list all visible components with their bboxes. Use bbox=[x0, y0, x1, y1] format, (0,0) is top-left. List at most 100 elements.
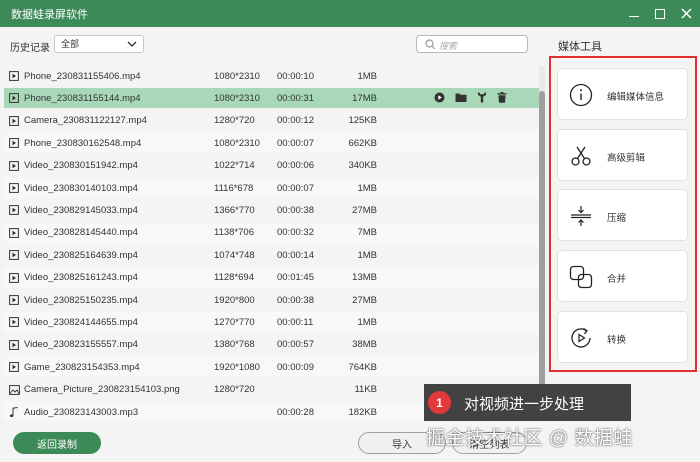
file-duration: 00:00:28 bbox=[277, 406, 314, 418]
annotation-text: 对视频进一步处理 bbox=[464, 396, 585, 413]
file-size: 182KB bbox=[348, 406, 377, 418]
file-row[interactable]: Phone_230831155144.mp4 1080*2310 00:00:31 1… bbox=[4, 88, 539, 109]
edit-media-info-button[interactable]: 编辑媒体信息 bbox=[557, 68, 688, 120]
back-to-record-button[interactable]: 返回录制 bbox=[13, 432, 101, 454]
maximize-icon bbox=[655, 8, 665, 19]
advanced-edit-button[interactable]: 高级剪辑 bbox=[557, 129, 688, 181]
file-duration: 00:00:07 bbox=[277, 137, 314, 149]
close-button[interactable] bbox=[680, 8, 692, 20]
file-name: Phone_230831155406.mp4 bbox=[24, 70, 141, 82]
video-file-icon bbox=[9, 227, 19, 241]
file-size: 1MB bbox=[357, 316, 377, 328]
tool-label: 高级剪辑 bbox=[607, 153, 646, 164]
trash-icon[interactable] bbox=[497, 92, 507, 104]
file-duration: 00:01:45 bbox=[277, 272, 314, 284]
file-row[interactable]: Video_230825161243.mp4 1128*694 00:01:45 13… bbox=[4, 267, 539, 288]
watermark: 掘金技术社区 @ 数据蛙 bbox=[426, 428, 633, 449]
file-name: Phone_230830162548.mp4 bbox=[24, 137, 142, 149]
file-row[interactable]: Video_230824144655.mp4 1270*770 00:00:11 1M… bbox=[4, 312, 539, 333]
convert-button[interactable]: 转换 bbox=[557, 311, 688, 363]
filter-value: 全部 bbox=[61, 39, 80, 49]
file-size: 340KB bbox=[348, 160, 377, 172]
info-icon bbox=[569, 83, 593, 107]
play-icon[interactable] bbox=[434, 92, 445, 103]
file-duration: 00:00:09 bbox=[277, 361, 314, 373]
file-duration: 00:00:38 bbox=[277, 294, 314, 306]
file-resolution: 1116*678 bbox=[214, 182, 254, 194]
file-duration: 00:00:12 bbox=[277, 115, 314, 127]
file-list-scrollbar[interactable] bbox=[539, 66, 545, 420]
file-name: Video_230825164639.mp4 bbox=[24, 249, 138, 261]
file-size: 17MB bbox=[352, 92, 377, 104]
video-file-icon bbox=[9, 362, 19, 375]
file-row[interactable]: Video_230823155557.mp4 1380*768 00:00:57 38… bbox=[4, 335, 539, 355]
file-size: 27MB bbox=[352, 204, 377, 216]
file-resolution: 1270*770 bbox=[214, 316, 255, 328]
wrench-icon[interactable] bbox=[477, 92, 487, 103]
file-row[interactable]: Video_230830151942.mp4 1022*714 00:00:06 34… bbox=[4, 156, 539, 176]
title-bar: 数据蛙录屏软件 bbox=[0, 0, 700, 27]
file-row[interactable]: Phone_230831155406.mp4 1080*2310 00:00:10 1… bbox=[4, 66, 539, 86]
video-file-icon bbox=[9, 317, 19, 330]
scissors-icon bbox=[571, 146, 591, 166]
file-resolution: 1074*748 bbox=[214, 249, 255, 261]
file-resolution: 1138*706 bbox=[214, 227, 254, 239]
file-duration: 00:00:10 bbox=[277, 70, 314, 82]
file-row[interactable]: Video_230825150235.mp4 1920*800 00:00:38 27… bbox=[4, 290, 539, 310]
search-input[interactable]: 搜索 bbox=[416, 35, 528, 53]
minimize-button[interactable] bbox=[628, 8, 640, 20]
video-file-icon bbox=[9, 71, 19, 84]
file-size: 38MB bbox=[352, 339, 377, 351]
file-name: Video_230825150235.mp4 bbox=[24, 294, 138, 306]
file-name: Video_230825161243.mp4 bbox=[24, 272, 138, 284]
history-label: 历史记录 bbox=[10, 43, 50, 54]
video-file-icon bbox=[9, 250, 19, 263]
file-name: Video_230824144655.mp4 bbox=[24, 316, 138, 328]
file-name: Video_230830151942.mp4 bbox=[24, 160, 138, 172]
merge-button[interactable]: 合并 bbox=[557, 250, 688, 302]
file-name: Camera_Picture_230823154103.png bbox=[24, 384, 180, 396]
file-size: 1MB bbox=[357, 70, 377, 82]
tool-label: 转换 bbox=[607, 335, 627, 346]
file-duration: 00:00:32 bbox=[277, 227, 314, 239]
file-row[interactable]: Camera_230831122127.mp4 1280*720 00:00:12 1… bbox=[4, 111, 539, 131]
file-name: Camera_230831122127.mp4 bbox=[24, 115, 147, 127]
file-resolution: 1380*768 bbox=[214, 339, 255, 351]
file-size: 7MB bbox=[357, 227, 377, 239]
file-duration: 00:00:07 bbox=[277, 182, 314, 194]
compress-button[interactable]: 压缩 bbox=[557, 189, 688, 241]
file-list: Phone_230831155406.mp4 1080*2310 00:00:10 1… bbox=[4, 66, 539, 420]
history-filter-select[interactable]: 全部 bbox=[54, 35, 144, 53]
video-file-icon bbox=[9, 295, 19, 308]
file-row[interactable]: Video_230829145033.mp4 1366*770 00:00:38 27… bbox=[4, 200, 539, 220]
search-icon bbox=[425, 39, 436, 50]
file-name: Video_230829145033.mp4 bbox=[24, 204, 138, 216]
file-row[interactable]: Video_230830140103.mp4 1116*678 00:00:07 1M… bbox=[4, 178, 539, 198]
file-name: Game_230823154353.mp4 bbox=[24, 361, 140, 373]
scrollbar-thumb[interactable] bbox=[539, 91, 545, 391]
file-row[interactable]: Video_230828145440.mp4 1138*706 00:00:32 7M… bbox=[4, 222, 539, 243]
file-duration: 00:00:38 bbox=[277, 204, 314, 216]
file-size: 125KB bbox=[348, 115, 377, 127]
file-row[interactable]: Game_230823154353.mp4 1920*1080 00:00:09 76… bbox=[4, 357, 539, 378]
compress-icon bbox=[571, 206, 591, 226]
video-file-icon bbox=[9, 339, 19, 353]
tool-label: 合并 bbox=[607, 274, 627, 285]
file-row[interactable]: Phone_230830162548.mp4 1080*2310 00:00:07 6… bbox=[4, 133, 539, 154]
file-size: 11KB bbox=[354, 384, 377, 396]
window-controls bbox=[628, 0, 692, 27]
file-resolution: 1280*720 bbox=[214, 384, 255, 396]
file-name: Audio_230823143003.mp3 bbox=[24, 406, 139, 418]
video-file-icon bbox=[9, 138, 19, 151]
file-row[interactable]: Video_230825164639.mp4 1074*748 00:00:14 1M… bbox=[4, 245, 539, 265]
annotation-number-badge: 1 bbox=[428, 391, 451, 414]
file-size: 13MB bbox=[352, 272, 377, 284]
file-resolution: 1080*2310 bbox=[214, 137, 260, 149]
minimize-icon bbox=[629, 15, 639, 18]
folder-icon[interactable] bbox=[455, 92, 467, 103]
file-size: 1MB bbox=[357, 249, 377, 261]
tool-label: 编辑媒体信息 bbox=[607, 92, 665, 103]
file-duration: 00:00:57 bbox=[277, 339, 314, 351]
file-name: Video_230828145440.mp4 bbox=[24, 227, 138, 239]
maximize-button[interactable] bbox=[654, 8, 666, 20]
